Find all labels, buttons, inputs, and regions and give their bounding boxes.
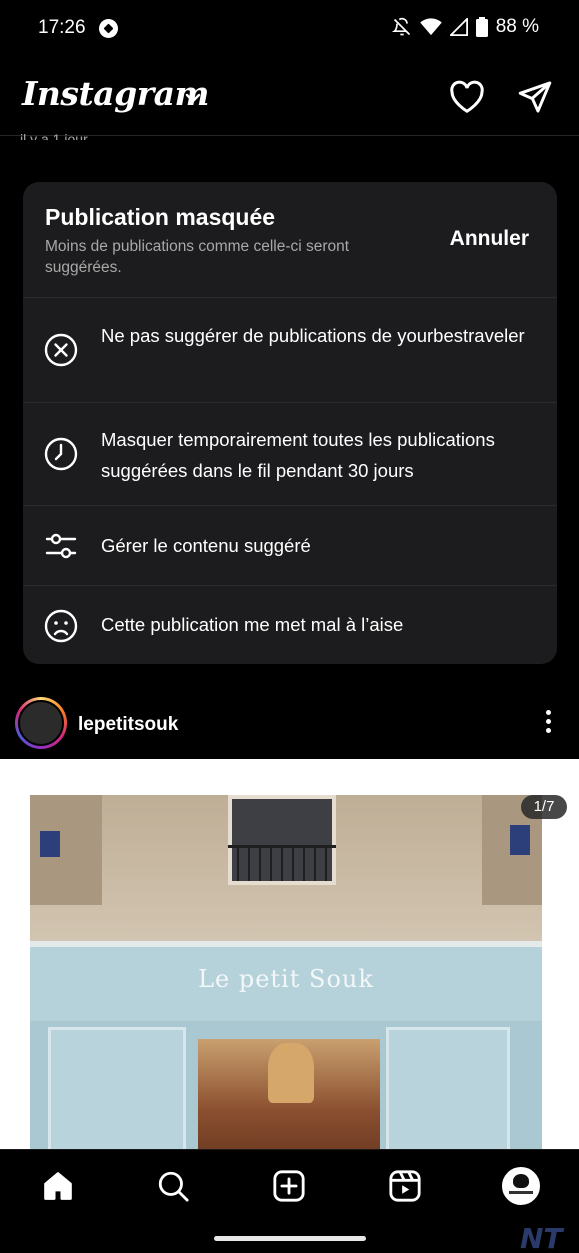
post-time-peek: il y a 1 jour <box>20 131 88 140</box>
nav-create[interactable] <box>271 1168 307 1204</box>
instagram-logo[interactable]: Instagram <box>22 74 209 113</box>
street-sign <box>510 825 530 855</box>
bottom-nav: NT <box>0 1149 579 1253</box>
option-uncomfortable[interactable]: Cette publication me met mal à l’aise <box>23 586 557 664</box>
card-subtitle: Moins de publications comme celle-ci ser… <box>45 238 350 276</box>
balcony-railing <box>228 845 336 881</box>
post-media[interactable]: Le petit Souk 1/7 <box>0 759 579 1149</box>
option-label: Gérer le contenu suggéré <box>101 535 311 556</box>
search-icon <box>158 1171 189 1202</box>
app-bar: Instagram <box>0 58 579 136</box>
option-dont-suggest-account[interactable]: Ne pas suggérer de publications de yourb… <box>23 298 557 403</box>
football-icon <box>99 19 118 38</box>
watermark-logo: NT <box>520 1222 563 1253</box>
battery-percent: 88 % <box>495 16 539 37</box>
card-header: Publication masquée Moins de publication… <box>23 182 557 298</box>
status-indicators: 88 % <box>391 16 539 38</box>
story-ring[interactable] <box>15 697 67 749</box>
profile-avatar[interactable] <box>502 1167 540 1205</box>
card-title: Publication masquée <box>45 204 276 230</box>
bell-off-icon <box>391 17 410 36</box>
clock-icon <box>44 437 78 471</box>
more-options-icon[interactable] <box>538 707 558 737</box>
carousel-counter: 1/7 <box>521 795 567 819</box>
shop-sign-text: Le petit Souk <box>198 965 374 993</box>
nav-home[interactable] <box>40 1168 76 1204</box>
hidden-post-card: Publication masquée Moins de publication… <box>23 182 557 664</box>
undo-button[interactable]: Annuler <box>450 227 529 251</box>
shop-panel <box>48 1027 186 1149</box>
create-icon <box>273 1170 305 1202</box>
home-icon <box>44 1172 72 1200</box>
shop-window <box>198 1039 380 1149</box>
street-sign <box>40 831 60 857</box>
option-label: Masquer temporairement toutes les public… <box>101 429 495 481</box>
shop-panel <box>386 1027 510 1149</box>
circle-x-icon <box>44 333 78 367</box>
heart-icon[interactable] <box>449 80 485 114</box>
battery-icon <box>475 17 488 37</box>
post-header: lepetitsouk <box>0 695 579 757</box>
status-bar: 17:26 88 % <box>0 0 579 58</box>
reels-icon <box>389 1170 421 1202</box>
sad-face-icon <box>44 609 78 643</box>
nav-reels[interactable] <box>387 1168 423 1204</box>
avatar <box>18 700 64 746</box>
option-snooze-suggested[interactable]: Masquer temporairement toutes les public… <box>23 403 557 506</box>
chevron-down-icon[interactable] <box>185 92 201 104</box>
option-label: Cette publication me met mal à l’aise <box>101 614 404 635</box>
option-manage-suggested[interactable]: Gérer le contenu suggéré <box>23 506 557 586</box>
nav-search[interactable] <box>155 1168 191 1204</box>
send-icon[interactable] <box>517 80 553 114</box>
gesture-bar <box>214 1236 366 1241</box>
option-label: Ne pas suggérer de publications de yourb… <box>101 325 525 346</box>
shop-sign-band: Le petit Souk <box>30 941 542 1021</box>
status-time: 17:26 <box>38 17 86 38</box>
post-username[interactable]: lepetitsouk <box>78 714 178 736</box>
sliders-icon <box>45 533 77 559</box>
signal-icon <box>449 18 468 36</box>
post-photo: Le petit Souk <box>30 795 542 1149</box>
wifi-icon <box>419 18 442 36</box>
